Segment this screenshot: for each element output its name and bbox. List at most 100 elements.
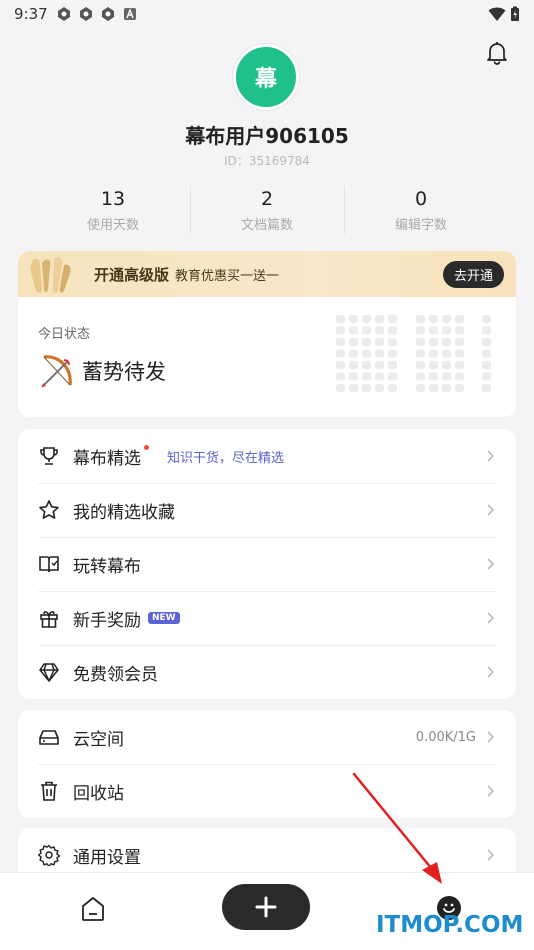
activity-dot bbox=[429, 315, 438, 323]
activity-dot bbox=[388, 372, 397, 381]
activity-dot bbox=[362, 384, 371, 392]
storage-usage: 0.00K/1G bbox=[415, 729, 476, 745]
activity-dot bbox=[429, 361, 438, 369]
stat-days: 13 使用天数 bbox=[36, 186, 190, 234]
chevron-right-icon bbox=[487, 785, 495, 797]
activity-dot bbox=[336, 338, 345, 346]
activity-dot bbox=[362, 361, 371, 369]
activity-dot bbox=[336, 361, 345, 369]
menu-label: 免费领会员 bbox=[73, 664, 158, 685]
activity-dot bbox=[416, 384, 425, 392]
vip-logo-icon bbox=[30, 257, 71, 294]
activity-dot bbox=[349, 315, 358, 323]
stat-label: 文档篇数 bbox=[240, 218, 293, 233]
activity-dot bbox=[388, 338, 397, 346]
gear-icon bbox=[38, 844, 60, 866]
chevron-right-icon bbox=[487, 558, 495, 570]
activity-dot bbox=[455, 361, 464, 369]
activity-dot bbox=[429, 384, 438, 392]
stat-docs: 2 文档篇数 bbox=[190, 186, 344, 234]
battery-icon bbox=[511, 6, 519, 21]
menu-item-guide[interactable]: 玩转幕布 bbox=[18, 537, 516, 591]
add-button[interactable] bbox=[222, 884, 310, 930]
menu-label: 我的精选收藏 bbox=[73, 502, 175, 523]
activity-dot bbox=[482, 372, 491, 381]
activity-dot-grid bbox=[336, 315, 491, 392]
gift-icon bbox=[40, 611, 58, 628]
stat-value: 0 bbox=[414, 188, 428, 210]
menu-label: 玩转幕布 bbox=[73, 556, 141, 577]
activity-dot bbox=[442, 372, 451, 381]
activity-dot bbox=[336, 349, 345, 358]
vip-title: 开通高级版 bbox=[94, 265, 170, 284]
activity-dot bbox=[362, 338, 371, 346]
activity-dot bbox=[455, 372, 464, 381]
trophy-icon bbox=[40, 447, 58, 465]
menu-label: 回收站 bbox=[73, 783, 124, 804]
status-bar: 9:37 bbox=[0, 0, 534, 28]
activity-dot bbox=[336, 315, 345, 323]
activity-dot bbox=[362, 349, 371, 358]
activity-dot bbox=[442, 349, 451, 358]
activity-dot bbox=[482, 361, 491, 369]
menu-item-rewards[interactable]: 新手奖励 NEW bbox=[18, 591, 516, 645]
chevron-right-icon bbox=[487, 731, 495, 743]
activity-dot bbox=[388, 349, 397, 358]
activity-dot bbox=[416, 361, 425, 369]
activity-dot bbox=[349, 349, 358, 358]
activity-dot bbox=[388, 315, 397, 323]
plus-icon bbox=[255, 896, 277, 918]
vip-banner[interactable]: 开通高级版 教育优惠买一送一 去开通 bbox=[18, 251, 516, 297]
menu-label: 幕布精选 bbox=[73, 448, 141, 469]
menu-item-featured[interactable]: 幕布精选 知识干货，尽在精选 bbox=[18, 429, 516, 483]
activity-dot bbox=[442, 326, 451, 335]
menu-label: 云空间 bbox=[73, 729, 124, 750]
activity-dot bbox=[455, 349, 464, 358]
annotation-arrow bbox=[352, 772, 442, 884]
avatar[interactable]: 幕 bbox=[233, 44, 299, 110]
notification-bell-icon[interactable] bbox=[484, 40, 510, 66]
stat-value: 13 bbox=[100, 188, 126, 210]
menu-main-card: 幕布精选 知识干货，尽在精选 我的精选收藏 玩转幕布 新手奖励 NEW 免费领会… bbox=[18, 429, 516, 699]
stat-words: 0 编辑字数 bbox=[344, 186, 498, 234]
activity-dot bbox=[388, 384, 397, 392]
home-icon[interactable] bbox=[80, 895, 106, 923]
activity-dot bbox=[375, 384, 384, 392]
activity-dot bbox=[429, 349, 438, 358]
diamond-icon bbox=[39, 663, 59, 682]
activity-dot bbox=[349, 384, 358, 392]
activity-dot bbox=[482, 326, 491, 335]
star-icon bbox=[39, 500, 59, 519]
activity-dot bbox=[482, 315, 491, 323]
activity-dot bbox=[375, 326, 384, 335]
vip-open-button[interactable]: 去开通 bbox=[442, 260, 504, 288]
wifi-icon bbox=[488, 7, 506, 21]
activity-dot bbox=[349, 372, 358, 381]
bow-arrow-icon bbox=[41, 355, 72, 388]
new-badge: NEW bbox=[148, 612, 180, 624]
activity-dot bbox=[482, 349, 491, 358]
font-notification-icon bbox=[123, 8, 136, 20]
app-notification-icon bbox=[79, 7, 92, 21]
status-time: 9:37 bbox=[14, 5, 48, 23]
activity-dot bbox=[362, 372, 371, 381]
activity-dot bbox=[375, 349, 384, 358]
activity-dot bbox=[455, 338, 464, 346]
unread-dot bbox=[144, 444, 149, 450]
menu-item-free-vip[interactable]: 免费领会员 bbox=[18, 645, 516, 699]
menu-label: 通用设置 bbox=[73, 847, 141, 868]
username: 幕布用户906105 bbox=[185, 124, 349, 148]
activity-dot bbox=[416, 372, 425, 381]
vip-subtitle: 教育优惠买一送一 bbox=[175, 268, 280, 284]
menu-item-cloud-space[interactable]: 云空间 0.00K/1G bbox=[18, 710, 516, 764]
activity-dot bbox=[416, 315, 425, 323]
menu-item-favorites[interactable]: 我的精选收藏 bbox=[18, 483, 516, 537]
app-notification-icon bbox=[101, 7, 114, 21]
activity-dot bbox=[442, 384, 451, 392]
activity-dot bbox=[416, 349, 425, 358]
activity-dot bbox=[455, 315, 464, 323]
chevron-right-icon bbox=[487, 450, 495, 462]
app-notification-icon bbox=[57, 7, 70, 21]
watermark: ITMOP.COM bbox=[376, 912, 524, 938]
activity-dot bbox=[482, 384, 491, 392]
